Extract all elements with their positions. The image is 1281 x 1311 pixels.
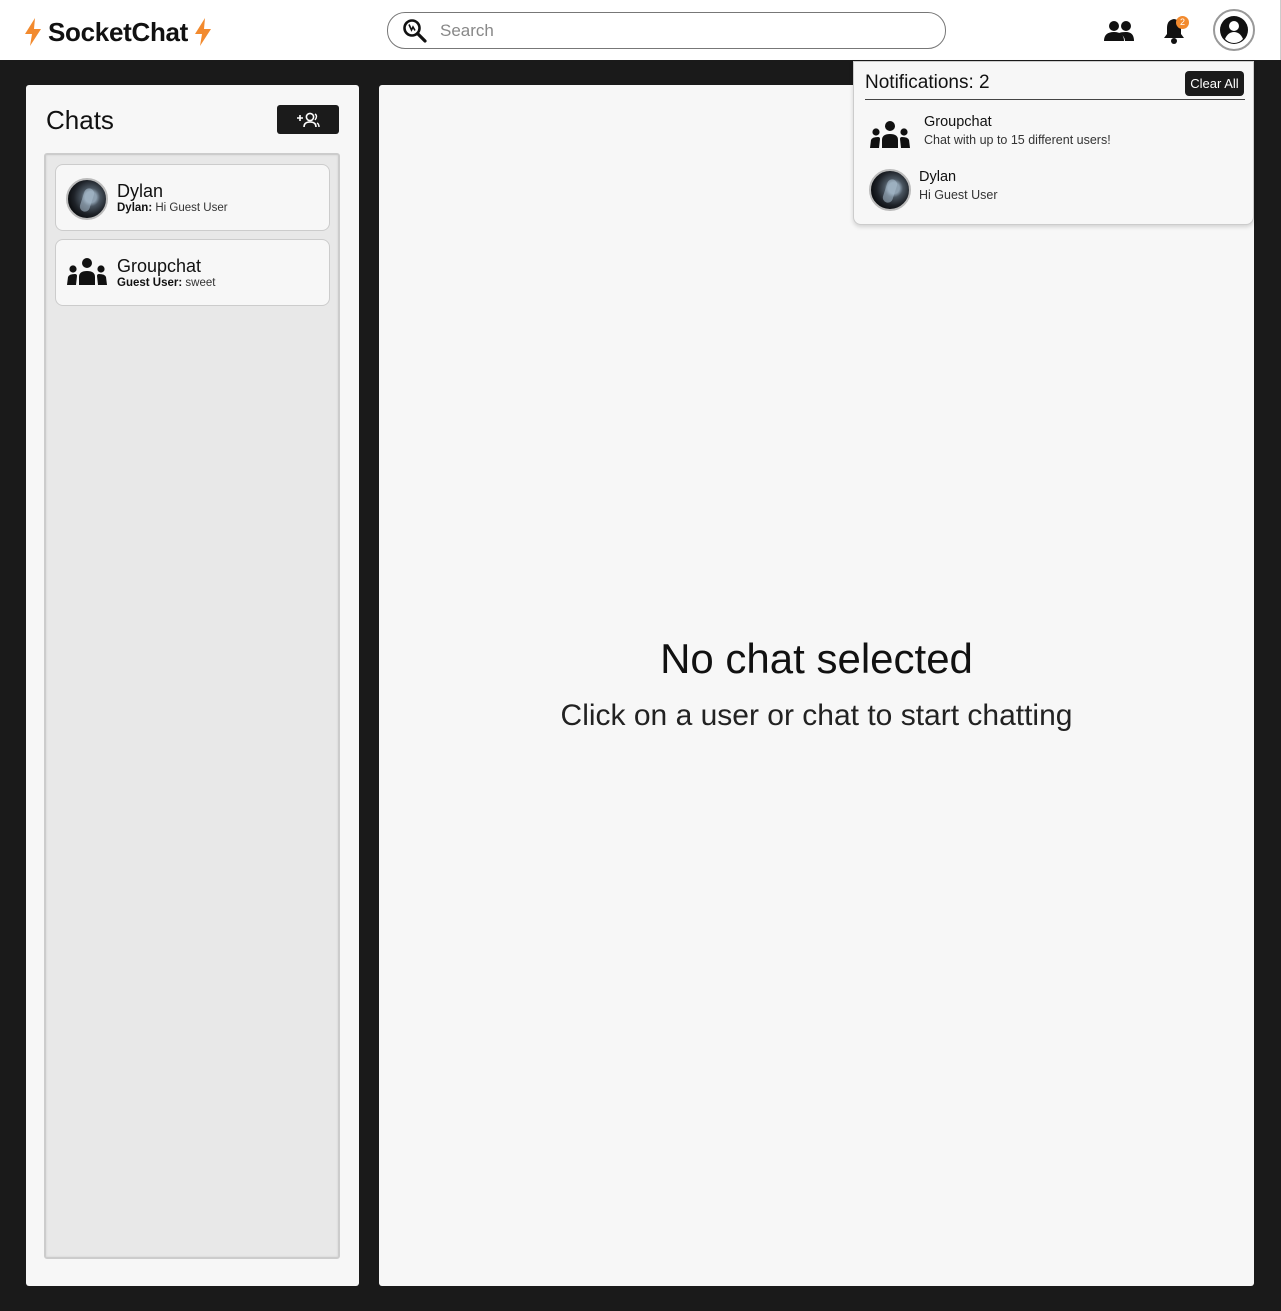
- chats-sidebar: Chats Dylan Dylan: Hi Guest User Groupch…: [26, 85, 359, 1286]
- chat-preview: Dylan: Hi Guest User: [117, 202, 228, 214]
- chats-title: Chats: [46, 105, 114, 135]
- group-icon: [870, 121, 910, 148]
- notification-title: Dylan: [919, 169, 957, 185]
- profile-icon: [1220, 16, 1248, 44]
- new-group-chat-button[interactable]: [277, 105, 339, 134]
- chat-item-groupchat[interactable]: Groupchat Guest User: sweet: [55, 239, 330, 306]
- preview-sender: Dylan:: [117, 202, 153, 214]
- chat-name: Groupchat: [117, 256, 202, 276]
- chat-window: No chat selected Click on a user or chat…: [379, 85, 1254, 1286]
- notification-badge: 2: [1176, 16, 1189, 29]
- top-navbar: SocketChat 2: [0, 0, 1281, 60]
- clear-all-button[interactable]: Clear All: [1185, 71, 1244, 96]
- preview-message: sweet: [185, 277, 216, 289]
- notification-title: Groupchat: [924, 114, 992, 130]
- avatar: [869, 169, 911, 211]
- chat-list[interactable]: Dylan Dylan: Hi Guest User Groupchat Gue…: [44, 153, 340, 1259]
- chat-name: Dylan: [117, 181, 164, 201]
- empty-state-title: No chat selected: [660, 635, 973, 682]
- user-avatar-photo: [66, 178, 108, 220]
- search-input[interactable]: [440, 20, 920, 41]
- preview-sender: Guest User:: [117, 277, 183, 289]
- divider: [865, 99, 1245, 100]
- lightning-icon: [25, 18, 41, 46]
- preview-message: Hi Guest User: [155, 202, 228, 214]
- notification-item-dylan[interactable]: Dylan Hi Guest User: [865, 167, 1245, 215]
- search-icon: [403, 18, 427, 43]
- group-icon: [67, 258, 107, 285]
- add-group-icon: [297, 112, 320, 127]
- users-button[interactable]: [1102, 14, 1136, 48]
- chat-preview: Guest User: sweet: [117, 277, 215, 289]
- chat-item-dylan[interactable]: Dylan Dylan: Hi Guest User: [55, 164, 330, 231]
- app-name: SocketChat: [48, 16, 189, 47]
- notifications-title: Notifications: 2: [865, 72, 990, 93]
- profile-button[interactable]: [1213, 9, 1255, 51]
- notifications-dropdown: Notifications: 2 Clear All Groupchat Cha…: [853, 61, 1254, 225]
- avatar: [66, 178, 108, 220]
- users-icon: [1104, 21, 1134, 41]
- app-logo[interactable]: SocketChat: [24, 14, 212, 50]
- notification-body: Chat with up to 15 different users!: [924, 133, 1111, 147]
- search-bar[interactable]: [387, 12, 946, 49]
- avatar: [66, 253, 108, 295]
- notifications-button[interactable]: 2: [1157, 14, 1191, 48]
- empty-state-subtitle: Click on a user or chat to start chattin…: [560, 699, 1073, 732]
- lightning-icon: [195, 18, 212, 46]
- notification-item-groupchat[interactable]: Groupchat Chat with up to 15 different u…: [865, 112, 1245, 160]
- notification-body: Hi Guest User: [919, 188, 998, 202]
- user-avatar-photo: [869, 169, 911, 211]
